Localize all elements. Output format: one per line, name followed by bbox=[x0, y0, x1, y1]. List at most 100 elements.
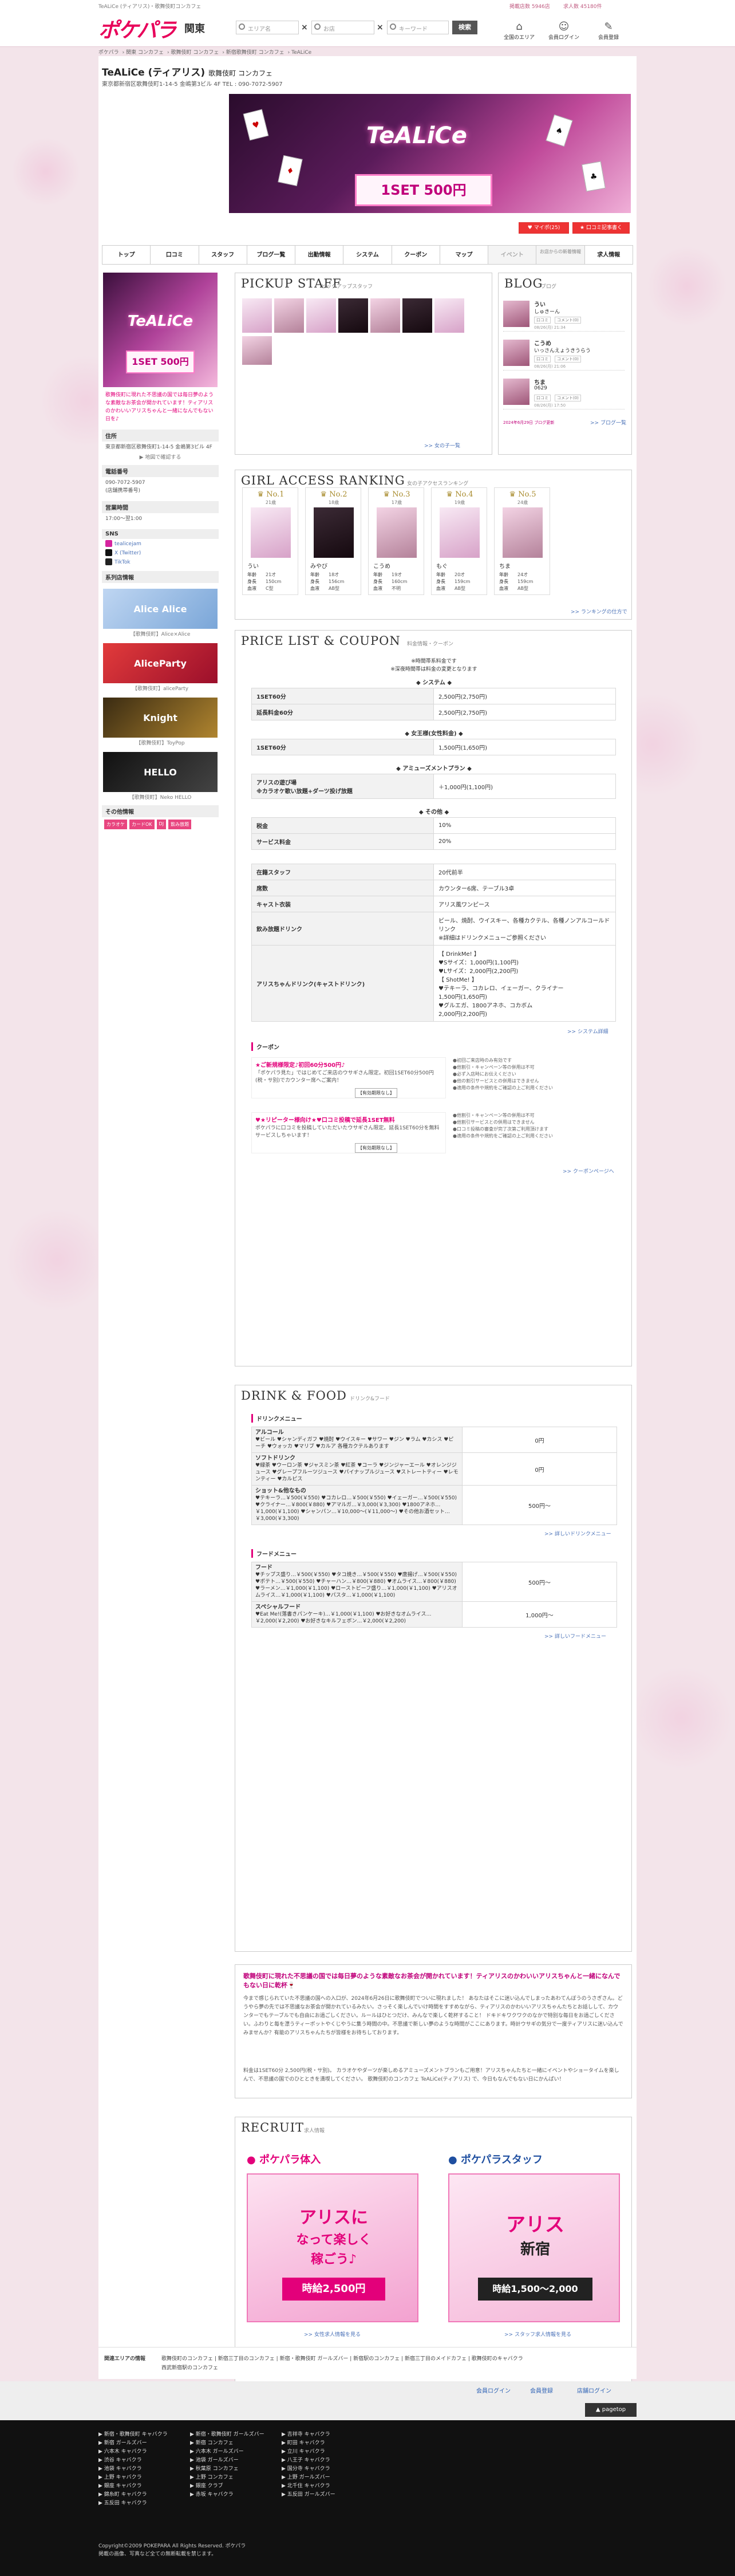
footer-link[interactable]: ▶ 新宿 ガールズバー bbox=[98, 2439, 190, 2448]
staff-thumb[interactable] bbox=[370, 298, 400, 333]
footer-link[interactable]: ▶ 秋葉原 コンカフェ bbox=[190, 2465, 282, 2473]
footer-link[interactable]: ▶ 新宿・歌舞伎町 ガールズバー bbox=[190, 2431, 282, 2439]
footer-link[interactable]: ▶ 上野 キャバクラ bbox=[98, 2473, 190, 2482]
tab-blog[interactable]: ブログ一覧 bbox=[247, 246, 296, 264]
footer-link[interactable]: ▶ 五反田 ガールズバー bbox=[282, 2491, 373, 2499]
recruit-right-link[interactable]: >> スタッフ求人情報を見る bbox=[504, 2330, 571, 2338]
footer-link[interactable]: ▶ 池袋 ガールズバー bbox=[190, 2456, 282, 2465]
footer-link[interactable]: ▶ 上野 ガールズバー bbox=[282, 2473, 373, 2482]
ranking-more-link[interactable]: >> ランキングの仕方で bbox=[571, 608, 627, 615]
system-detail-link[interactable]: >> システム詳細 bbox=[567, 1027, 608, 1035]
tab-event[interactable]: イベント bbox=[488, 246, 537, 264]
footer-login-link[interactable]: 会員ログイン bbox=[476, 2386, 511, 2394]
sidebar-promo-image[interactable]: TeALiCe 1SET 500円 bbox=[103, 273, 218, 387]
staff-list-link[interactable]: >> 女の子一覧 bbox=[424, 442, 460, 449]
blog-item[interactable]: うい しゅきーん 口コミ コメント(0) 08/26(月) 21:34 bbox=[503, 297, 625, 332]
search-shop-input[interactable]: お店 bbox=[311, 21, 374, 34]
tiktok-link[interactable]: TikTok bbox=[102, 557, 219, 566]
coupon-page-link[interactable]: >> クーポンページへ bbox=[563, 1167, 614, 1175]
login-menu[interactable]: ☺ 会員ログイン bbox=[544, 21, 584, 41]
footer-link[interactable]: ▶ 赤坂 キャバクラ bbox=[190, 2491, 282, 2499]
coupon-card[interactable]: ♥★リピーター様向け★♥口コミ投稿で延長1SET無料 ポケパラに口コミを投稿してい… bbox=[251, 1112, 446, 1153]
tab-top[interactable]: トップ bbox=[102, 246, 151, 264]
breadcrumb-item[interactable]: 歌舞伎町 コンカフェ bbox=[171, 50, 219, 56]
footer-link[interactable]: ▶ 北千住 キャバクラ bbox=[282, 2482, 373, 2491]
tab-reviews[interactable]: 口コミ bbox=[151, 246, 199, 264]
clear-icon[interactable]: × bbox=[377, 23, 384, 32]
breadcrumb-item[interactable]: 新宿歌舞伎町 コンカフェ bbox=[226, 50, 284, 56]
instagram-link[interactable]: tealicejam bbox=[102, 539, 219, 548]
recruit-left-link[interactable]: >> 女性求人情報を見る bbox=[304, 2330, 361, 2338]
food-menu-link[interactable]: >> 詳しいフードメニュー bbox=[544, 1632, 606, 1640]
group-banner[interactable]: Knight bbox=[103, 698, 218, 738]
blog-item[interactable]: こうめ いっさんえょうきうらう 口コミ コメント(0) 08/26(月) 21:… bbox=[503, 336, 625, 371]
footer-link[interactable]: ▶ 上野 コンカフェ bbox=[190, 2473, 282, 2482]
staff-thumb[interactable] bbox=[402, 298, 432, 333]
tab-news[interactable]: お店からの新着情報 bbox=[536, 246, 585, 264]
pagetop-button[interactable]: ▲ pagetop bbox=[585, 2403, 637, 2417]
related-link[interactable]: 歌舞伎町のキャバクラ bbox=[472, 2356, 523, 2362]
staff-thumb[interactable] bbox=[274, 298, 304, 333]
job-count-link[interactable]: 求人数 45180件 bbox=[563, 2, 602, 10]
recruit-left-banner[interactable]: アリスに なって楽しく 稼ごう♪ 時給2,500円 bbox=[247, 2173, 418, 2322]
footer-link[interactable]: ▶ 国分寺 キャバクラ bbox=[282, 2465, 373, 2473]
group-caption[interactable]: 【歌舞伎町】Neko HELLO bbox=[102, 793, 219, 801]
group-banner[interactable]: Alice Alice bbox=[103, 589, 218, 629]
footer-link[interactable]: ▶ 新宿 コンカフェ bbox=[190, 2439, 282, 2448]
group-banner[interactable]: AliceParty bbox=[103, 643, 218, 683]
blog-item[interactable]: ちま 0629 口コミ コメント(0) 08/26(月) 17:50 bbox=[503, 375, 625, 409]
footer-register-link[interactable]: 会員登録 bbox=[530, 2386, 553, 2394]
footer-link[interactable]: ▶ 銀座 クラブ bbox=[190, 2482, 282, 2491]
review-button[interactable]: ★ 口コミ記事書く bbox=[572, 222, 630, 234]
drink-menu-link[interactable]: >> 詳しいドリンクメニュー bbox=[544, 1530, 611, 1537]
related-link[interactable]: 新宿・歌舞伎町 ガールズバー bbox=[280, 2356, 349, 2362]
footer-link[interactable]: ▶ 錦糸町 キャバクラ bbox=[98, 2491, 190, 2499]
search-area-input[interactable]: エリア名 bbox=[236, 21, 299, 34]
related-link[interactable]: 西武新宿駅のコンカフェ bbox=[161, 2365, 218, 2371]
ranking-card[interactable]: ♛ No.4 19歳 もぐ 年齢 20才 身長 159cm 血液 AB型 bbox=[431, 487, 487, 595]
staff-thumb[interactable] bbox=[338, 298, 368, 333]
recruit-right-banner[interactable]: アリス 新宿 時給1,500〜2,000 bbox=[448, 2173, 620, 2322]
footer-link[interactable]: ▶ 銀座 キャバクラ bbox=[98, 2482, 190, 2491]
search-button[interactable]: 検索 bbox=[452, 21, 477, 34]
related-link[interactable]: 歌舞伎町のコンカフェ bbox=[161, 2356, 213, 2362]
related-link[interactable]: 新宿三丁目のコンカフェ bbox=[218, 2356, 275, 2362]
footer-link[interactable]: ▶ 六本木 キャバクラ bbox=[98, 2448, 190, 2456]
related-link[interactable]: 新宿駅のコンカフェ bbox=[353, 2356, 400, 2362]
tel-link[interactable]: 090-7072-5907 bbox=[105, 479, 215, 487]
tab-jobs[interactable]: 求人情報 bbox=[585, 246, 633, 264]
footer-link[interactable]: ▶ 吉祥寺 キャバクラ bbox=[282, 2431, 373, 2439]
tab-map[interactable]: マップ bbox=[440, 246, 489, 264]
footer-link[interactable]: ▶ 町田 キャバクラ bbox=[282, 2439, 373, 2448]
footer-shop-login-link[interactable]: 店舗ログイン bbox=[577, 2386, 611, 2394]
tab-system[interactable]: システム bbox=[343, 246, 392, 264]
staff-thumb[interactable] bbox=[306, 298, 336, 333]
coupon-card[interactable]: ★ご新規様限定♪初回60分500円♪ 「ポケパラ見た」ではじめてご来店のウサギさん… bbox=[251, 1057, 446, 1098]
footer-link[interactable]: ▶ 渋谷 キャバクラ bbox=[98, 2456, 190, 2465]
footer-link[interactable]: ▶ 新宿・歌舞伎町 キャバクラ bbox=[98, 2431, 190, 2439]
register-menu[interactable]: ✎ 会員登録 bbox=[588, 21, 629, 41]
footer-link[interactable]: ▶ 池袋 キャバクラ bbox=[98, 2465, 190, 2473]
area-menu[interactable]: ⌂ 全国のエリア bbox=[499, 21, 539, 41]
map-link[interactable]: ▶ 地図で確認する bbox=[102, 453, 219, 460]
related-link[interactable]: 新宿三丁目のメイドカフェ bbox=[405, 2356, 467, 2362]
search-word-input[interactable]: キーワード bbox=[387, 21, 449, 34]
shop-count-link[interactable]: 掲載店数 5946店 bbox=[509, 2, 550, 10]
group-banner[interactable]: HELLO bbox=[103, 752, 218, 792]
footer-link[interactable]: ▶ 立川 キャバクラ bbox=[282, 2448, 373, 2456]
tab-coupon[interactable]: クーポン bbox=[392, 246, 440, 264]
footer-link[interactable]: ▶ 八王子 キャバクラ bbox=[282, 2456, 373, 2465]
footer-link[interactable]: ▶ 五反田 キャバクラ bbox=[98, 2499, 190, 2508]
blog-list-link[interactable]: >> ブログ一覧 bbox=[590, 419, 626, 426]
ranking-card[interactable]: ♛ No.3 17歳 こうめ 年齢 19才 身長 160cm 血液 不明 bbox=[368, 487, 424, 595]
favorite-button[interactable]: ♥ マイポ(25) bbox=[519, 222, 569, 234]
footer-link[interactable]: ▶ 六本木 ガールズバー bbox=[190, 2448, 282, 2456]
twitter-link[interactable]: X (Twitter) bbox=[102, 548, 219, 557]
tab-schedule[interactable]: 出勤情報 bbox=[295, 246, 344, 264]
group-caption[interactable]: 【歌舞伎町】aliceParty bbox=[102, 684, 219, 692]
clear-icon[interactable]: × bbox=[301, 23, 308, 32]
staff-thumb[interactable] bbox=[242, 298, 272, 333]
group-caption[interactable]: 【歌舞伎町】ToyPop bbox=[102, 739, 219, 746]
recruit-right-brand[interactable]: ● ポケパラスタッフ bbox=[448, 2152, 543, 2167]
ranking-card[interactable]: ♛ No.5 24歳 ちま 年齢 24才 身長 159cm 血液 AB型 bbox=[494, 487, 550, 595]
